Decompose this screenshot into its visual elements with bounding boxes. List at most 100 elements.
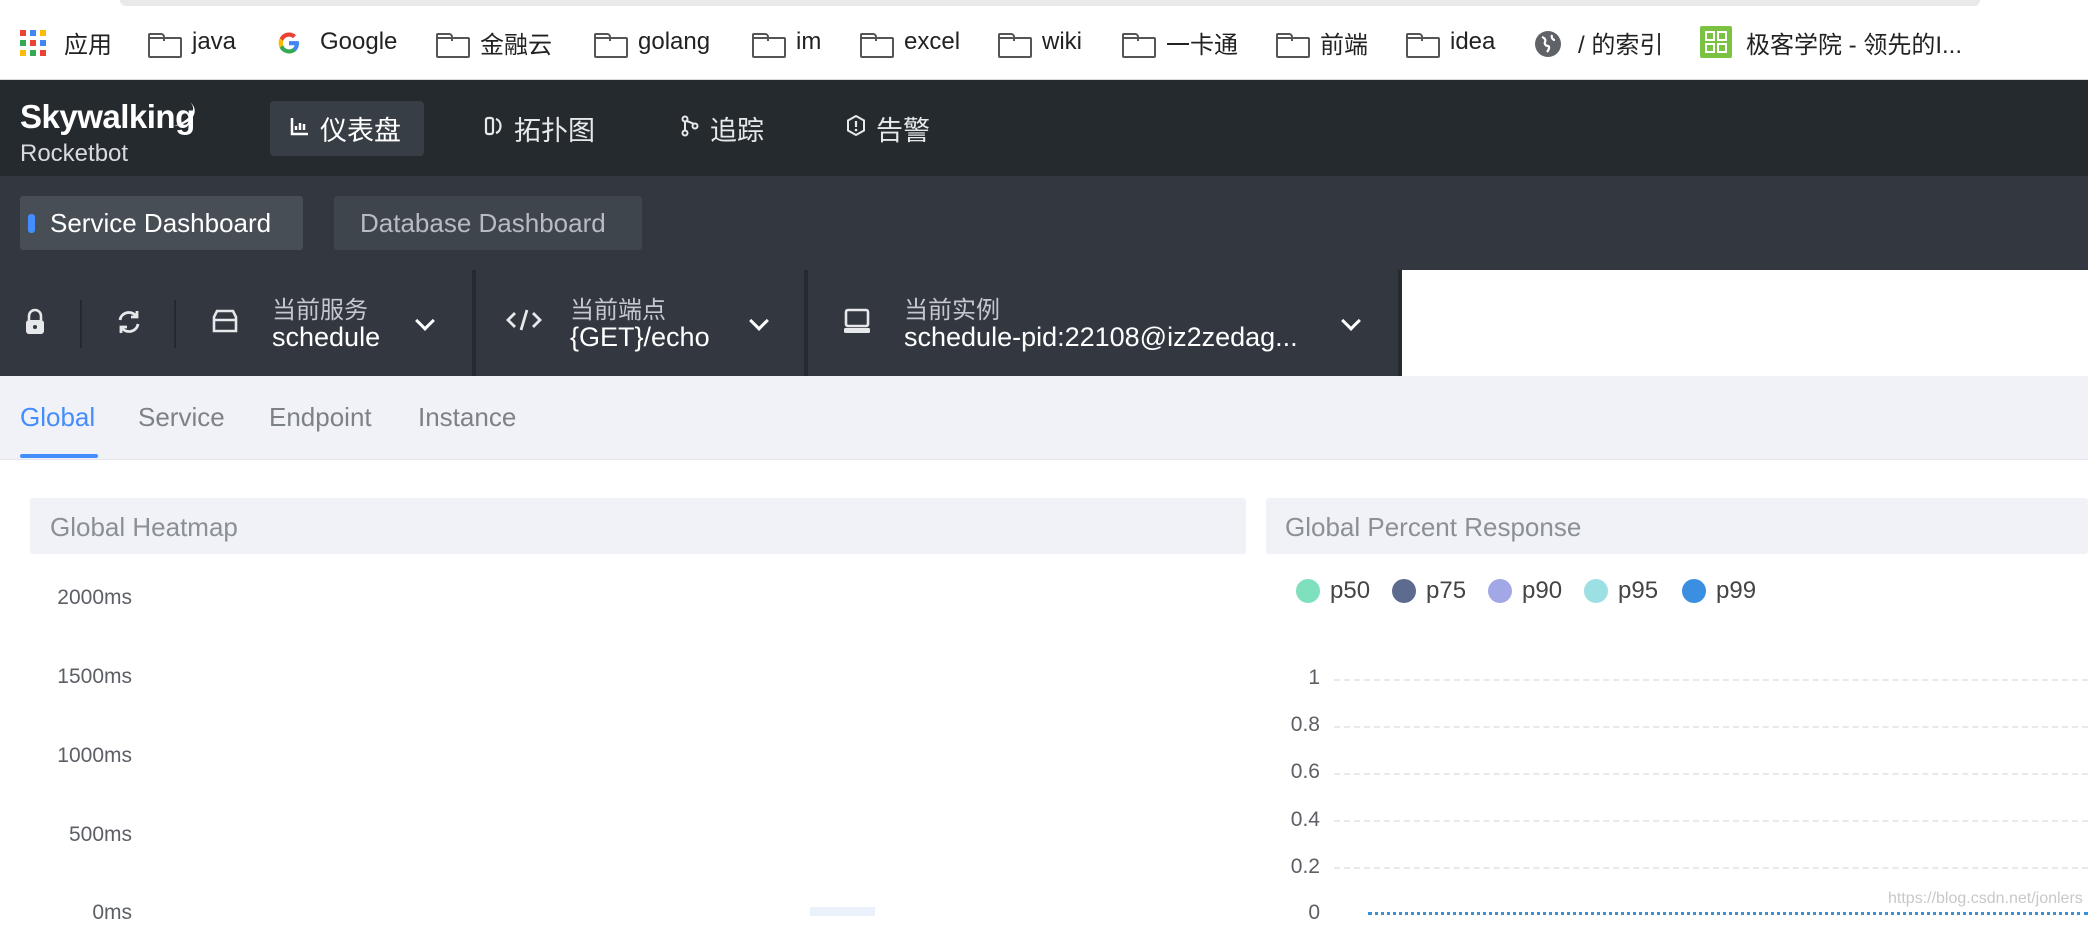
grid-line <box>1334 773 2088 775</box>
heatmap-y-label: 2000ms <box>57 586 132 609</box>
folder-icon <box>1276 30 1310 58</box>
bookmark-label: excel <box>904 28 961 55</box>
tab-service[interactable]: Service <box>138 402 225 433</box>
service-icon <box>210 308 240 338</box>
nav-alarm[interactable]: 告警 <box>826 101 950 156</box>
heatmap-cell[interactable] <box>810 907 875 916</box>
toolbar-divider <box>174 300 176 348</box>
y-axis-tick: 0.8 <box>1290 713 1320 736</box>
legend-swatch <box>1296 579 1320 603</box>
bookmark-qianduan[interactable]: 前端 <box>1276 24 1368 60</box>
legend-item-p99[interactable]: p99 <box>1682 576 1756 606</box>
grid-line <box>1334 820 2088 822</box>
folder-icon <box>594 30 628 58</box>
heatmap-y-label: 1000ms <box>57 744 132 767</box>
nav-label: 仪表盘 <box>320 116 401 146</box>
y-axis-tick: 0.4 <box>1290 808 1320 831</box>
folder-icon <box>436 30 470 58</box>
nav-label: 追踪 <box>710 116 764 146</box>
legend-swatch <box>1584 579 1608 603</box>
service-selector-value: schedule <box>272 322 381 352</box>
nav-topology[interactable]: 拓扑图 <box>464 101 615 156</box>
legend-item-p50[interactable]: p50 <box>1296 576 1370 606</box>
bookmark-im[interactable]: im <box>752 24 821 60</box>
nav-label: 告警 <box>876 116 930 146</box>
service-selector-label: 当前服务 <box>272 297 368 324</box>
legend-item-p95[interactable]: p95 <box>1584 576 1658 606</box>
legend-swatch <box>1488 579 1512 603</box>
endpoint-selector-value: {GET}/echo <box>570 322 710 352</box>
legend-label: p75 <box>1426 577 1467 604</box>
bookmark-label: golang <box>638 28 711 55</box>
tab-endpoint[interactable]: Endpoint <box>269 402 372 433</box>
code-icon <box>506 308 542 338</box>
lock-icon[interactable] <box>20 308 50 338</box>
y-axis-tick: 0.6 <box>1290 760 1320 783</box>
percent-response-title: Global Percent Response <box>1285 512 1582 542</box>
legend-item-p75[interactable]: p75 <box>1392 576 1466 606</box>
folder-icon <box>752 30 786 58</box>
nav-trace[interactable]: 追踪 <box>660 101 784 156</box>
bookmark-label: 应用 <box>64 31 112 59</box>
trace-icon <box>680 115 700 143</box>
bookmark-jikexueyuan[interactable]: 极客学院 - 领先的I... <box>1700 24 1962 60</box>
dashboard-tab-label: Database Dashboard <box>360 207 606 238</box>
active-marker <box>28 214 35 233</box>
bookmark-label: java <box>192 28 237 55</box>
bookmark-java[interactable]: java <box>148 24 236 60</box>
tab-global[interactable]: Global <box>20 402 95 433</box>
bookmark-idea[interactable]: idea <box>1406 24 1495 60</box>
grid-line <box>1334 726 2088 728</box>
bookmark-yikatong[interactable]: 一卡通 <box>1122 24 1238 60</box>
folder-icon <box>860 30 894 58</box>
bookmark-label: / 的索引 <box>1578 31 1664 59</box>
laptop-icon <box>842 308 872 338</box>
legend-swatch <box>1682 579 1706 603</box>
percentile-series-line <box>1368 912 2088 915</box>
toolbar-divider <box>80 300 82 348</box>
grid-line <box>1334 867 2088 869</box>
grid-line <box>1334 679 2088 681</box>
bookmark-golang[interactable]: golang <box>594 24 710 60</box>
bookmark-label: 前端 <box>1320 31 1368 59</box>
legend-swatch <box>1392 579 1416 603</box>
bookmark-google[interactable]: Google <box>276 24 397 60</box>
bookmark-apps[interactable]: 应用 <box>20 24 112 60</box>
folder-icon <box>148 30 182 58</box>
heatmap-y-label: 500ms <box>68 823 132 846</box>
chart-icon <box>290 116 310 142</box>
folder-icon <box>1406 30 1440 58</box>
nav-dashboard[interactable]: 仪表盘 <box>270 101 424 156</box>
legend-label: p50 <box>1330 577 1371 604</box>
active-tab-indicator <box>20 454 98 458</box>
folder-icon <box>998 30 1032 58</box>
bookmark-label: idea <box>1450 28 1496 55</box>
bookmark-label: 金融云 <box>480 31 552 59</box>
bookmark-label: Google <box>320 28 398 55</box>
bookmark-label: 极客学院 - 领先的I... <box>1746 31 1962 59</box>
legend-item-p90[interactable]: p90 <box>1488 576 1562 606</box>
endpoint-selector-label: 当前端点 <box>570 297 666 324</box>
bookmark-index[interactable]: / 的索引 <box>1534 24 1663 60</box>
dashboard-tab-label: Service Dashboard <box>50 207 272 238</box>
chevron-down-icon <box>748 314 768 334</box>
bookmark-wiki[interactable]: wiki <box>998 24 1082 60</box>
browser-tab-strip <box>120 0 1980 6</box>
refresh-icon[interactable] <box>114 308 144 338</box>
jikexueyuan-icon <box>1700 26 1732 58</box>
globe-icon <box>1534 30 1564 57</box>
bookmark-excel[interactable]: excel <box>860 24 960 60</box>
heatmap-y-label: 0ms <box>92 901 132 924</box>
apps-grid-icon <box>20 30 50 56</box>
selector-divider <box>1398 270 1402 376</box>
database-dashboard-tab[interactable]: Database Dashboard <box>334 196 642 250</box>
nav-label: 拓扑图 <box>514 116 595 146</box>
y-axis-tick: 0 <box>1308 901 1320 924</box>
tab-instance[interactable]: Instance <box>418 402 516 433</box>
chevron-down-icon <box>414 314 434 334</box>
bookmark-jinrongyun[interactable]: 金融云 <box>436 24 552 60</box>
service-dashboard-tab[interactable]: Service Dashboard <box>20 196 303 250</box>
dashboard-bar <box>0 176 2088 270</box>
logo-swoosh-icon <box>174 102 195 126</box>
alarm-icon <box>846 114 866 143</box>
